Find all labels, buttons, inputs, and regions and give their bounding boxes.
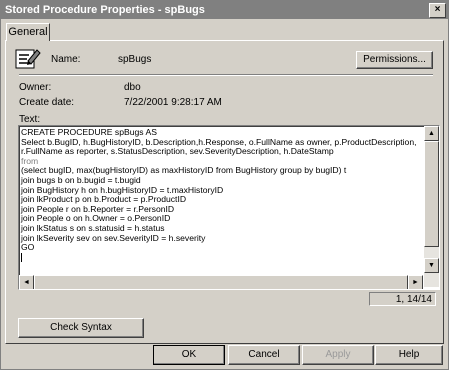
apply-button[interactable]: Apply xyxy=(302,345,374,365)
code-text[interactable]: CREATE PROCEDURE spBugs AS Select b.BugI… xyxy=(21,127,421,263)
separator xyxy=(19,74,433,76)
scroll-up-icon: ▲ xyxy=(428,130,435,137)
title-bar[interactable]: Stored Procedure Properties - spBugs × xyxy=(1,1,448,19)
scroll-down-icon: ▼ xyxy=(428,262,435,269)
scroll-right-button[interactable]: ► xyxy=(408,275,423,289)
create-date-value: 7/22/2001 9:28:17 AM xyxy=(124,97,222,108)
horizontal-scroll-thumb[interactable] xyxy=(34,275,408,289)
check-syntax-button[interactable]: Check Syntax xyxy=(18,318,144,338)
cancel-button[interactable]: Cancel xyxy=(228,345,300,365)
horizontal-scrollbar[interactable]: ◄ ► xyxy=(19,275,423,289)
scroll-right-icon: ► xyxy=(412,279,419,286)
permissions-button[interactable]: Permissions... xyxy=(356,51,433,69)
help-button[interactable]: Help xyxy=(375,345,443,365)
scroll-down-button[interactable]: ▼ xyxy=(424,258,439,273)
close-icon: × xyxy=(434,4,441,15)
scroll-left-button[interactable]: ◄ xyxy=(19,275,34,289)
code-line: GO xyxy=(21,242,35,253)
text-label: Text: xyxy=(19,114,41,125)
name-value: spBugs xyxy=(118,54,152,65)
owner-label: Owner: xyxy=(19,82,52,93)
ok-button[interactable]: OK xyxy=(153,345,225,365)
cursor-position-indicator: 1, 14/14 xyxy=(369,292,436,306)
close-button[interactable]: × xyxy=(429,3,446,18)
code-line: join lkSeverity sev on sev.SeverityID = … xyxy=(21,232,206,243)
code-line: r.FullName as reporter, s.StatusDescript… xyxy=(21,146,334,157)
vertical-scrollbar[interactable]: ▲ ▼ xyxy=(424,126,439,287)
tab-general[interactable]: General xyxy=(6,23,50,41)
name-label: Name: xyxy=(51,54,81,65)
scroll-thumb[interactable] xyxy=(424,141,439,247)
stored-procedure-icon xyxy=(15,49,41,69)
scroll-left-icon: ◄ xyxy=(23,279,30,286)
create-date-label: Create date: xyxy=(19,97,75,108)
scroll-up-button[interactable]: ▲ xyxy=(424,126,439,141)
window-title: Stored Procedure Properties - spBugs xyxy=(5,4,205,16)
owner-value: dbo xyxy=(124,82,141,93)
text-cursor xyxy=(21,252,421,263)
properties-dialog: Stored Procedure Properties - spBugs × G… xyxy=(0,0,449,370)
procedure-text-editor[interactable]: CREATE PROCEDURE spBugs AS Select b.BugI… xyxy=(18,125,440,290)
